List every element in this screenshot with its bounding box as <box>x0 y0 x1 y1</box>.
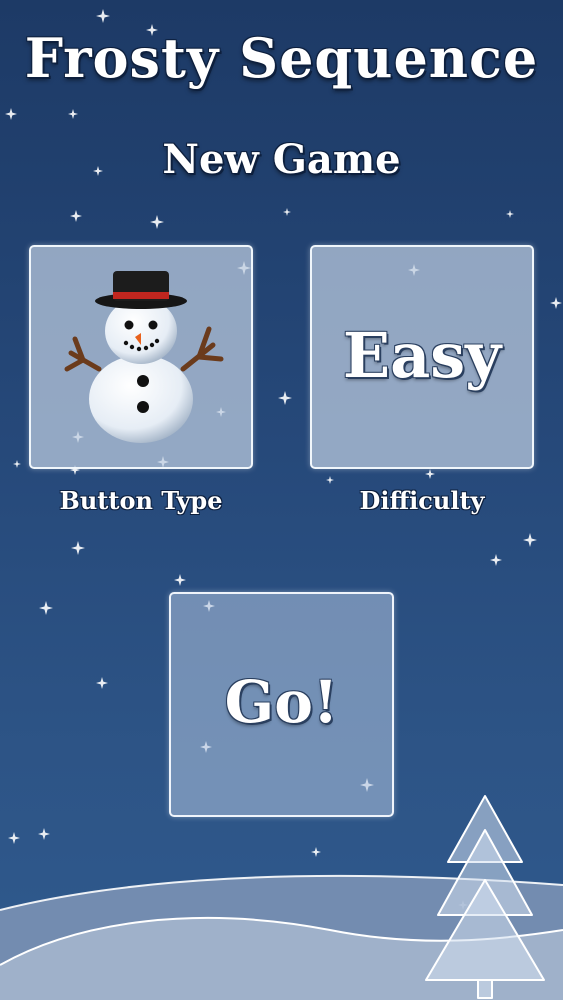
difficulty-value: Easy <box>342 319 502 392</box>
screen-title: New Game <box>162 136 401 183</box>
sparkle-star <box>96 9 110 23</box>
sparkle-star <box>39 601 53 615</box>
sparkle-star <box>96 677 108 689</box>
go-button[interactable]: Go! <box>169 592 394 817</box>
sparkle-star <box>283 208 291 216</box>
sparkle-star <box>326 476 334 484</box>
sparkle-star <box>523 533 537 547</box>
sparkle-star <box>150 215 164 229</box>
difficulty-label: Difficulty <box>359 486 485 515</box>
sparkle-star <box>71 541 85 555</box>
sparkle-star <box>8 832 20 844</box>
sparkle-star <box>174 574 186 586</box>
sparkle-star <box>5 108 17 120</box>
sparkle-star <box>68 109 78 119</box>
sparkle-star <box>311 847 321 857</box>
sparkle-star <box>38 828 50 840</box>
sparkle-star <box>550 297 562 309</box>
app-title: Frosty Sequence <box>24 26 539 90</box>
sparkle-star <box>278 391 292 405</box>
sparkle-star <box>70 210 82 222</box>
button-type-label: Button Type <box>59 486 223 515</box>
pine-tree-icon <box>425 795 545 999</box>
sparkle-star <box>425 469 435 479</box>
sparkle-star <box>490 554 502 566</box>
sparkle-star <box>506 210 514 218</box>
difficulty-selector[interactable]: Easy <box>310 245 534 469</box>
snowman-icon <box>64 271 224 443</box>
button-type-selector[interactable] <box>29 245 253 469</box>
sparkle-star <box>13 460 21 468</box>
go-button-label: Go! <box>224 668 339 736</box>
